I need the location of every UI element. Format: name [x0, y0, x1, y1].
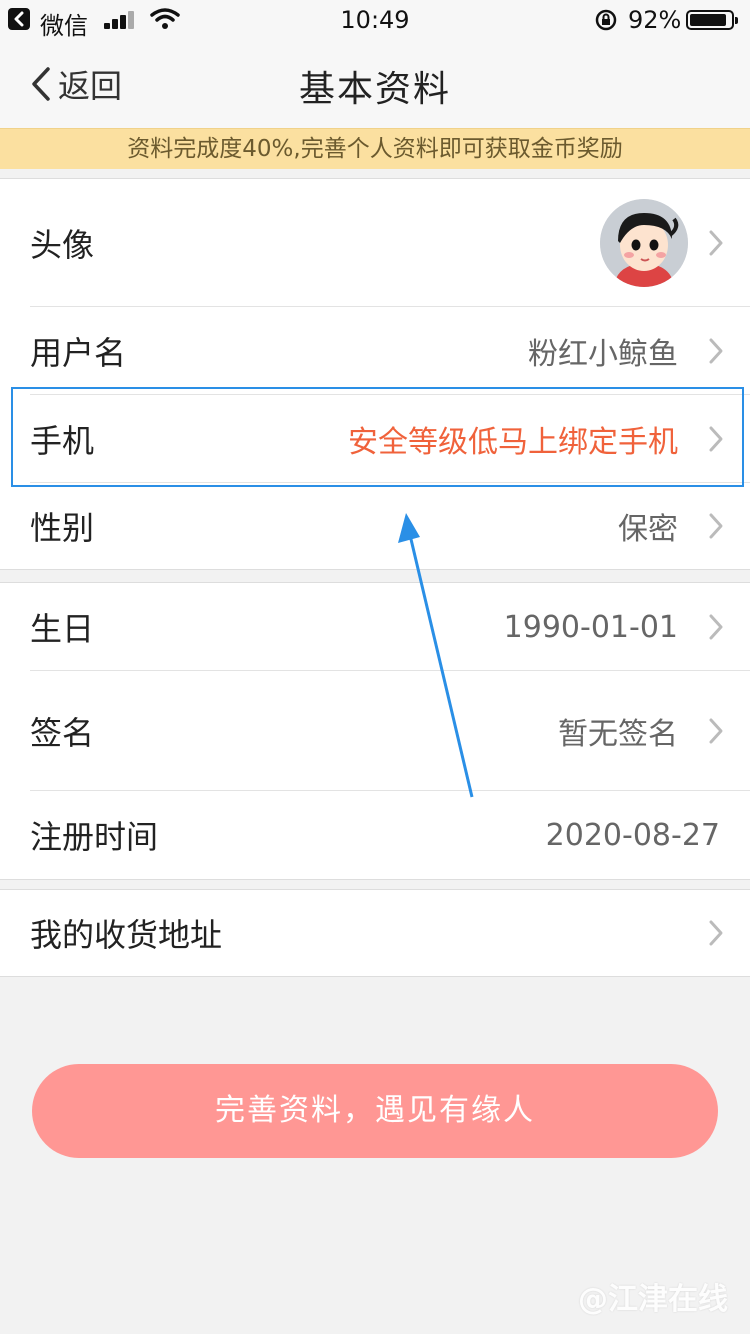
row-signature[interactable]: 签名 暂无签名 [0, 671, 750, 791]
row-label: 手机 [30, 422, 95, 460]
row-label: 生日 [30, 610, 95, 648]
complete-profile-button[interactable]: 完善资料，遇见有缘人 [32, 1064, 718, 1158]
gender-value: 保密 [618, 512, 678, 547]
chevron-right-icon [709, 230, 723, 256]
battery-icon [686, 10, 738, 30]
row-avatar[interactable]: 头像 [0, 179, 750, 307]
birthday-value: 1990-01-01 [503, 609, 678, 645]
profile-group-address: 我的收货地址 [0, 889, 750, 977]
watermark: @江津在线 [578, 1282, 728, 1317]
chevron-right-icon [709, 338, 723, 364]
row-label: 注册时间 [30, 818, 159, 856]
row-label: 签名 [30, 714, 95, 752]
battery-percent: 92% [628, 6, 682, 34]
row-username[interactable]: 用户名 粉红小鲸鱼 [0, 307, 750, 395]
rotation-lock-icon [595, 9, 617, 31]
page-title: 基本资料 [298, 69, 451, 110]
nav-bar: 返回 基本资料 [0, 40, 750, 128]
profile-group-basic: 头像 用户名 粉红小鲸鱼 手机 安全等级低马上绑定手机 性别 保密 [0, 178, 750, 570]
profile-group-details: 生日 1990-01-01 签名 暂无签名 注册时间 2020-08-27 [0, 582, 750, 880]
row-birthday[interactable]: 生日 1990-01-01 [0, 583, 750, 671]
chevron-right-icon [709, 920, 723, 946]
row-label: 我的收货地址 [30, 916, 223, 954]
chevron-right-icon [709, 614, 723, 640]
row-label: 性别 [30, 509, 95, 547]
annotation-arrow-icon [398, 513, 474, 798]
battery-fill [690, 14, 727, 26]
row-label: 头像 [30, 226, 95, 264]
row-label: 用户名 [30, 334, 127, 372]
chevron-right-icon [709, 513, 723, 539]
row-register-time: 注册时间 2020-08-27 [0, 791, 750, 879]
chevron-right-icon [709, 718, 723, 744]
bind-phone-prompt[interactable]: 安全等级低马上绑定手机 [348, 395, 678, 483]
profile-completion-notice: 资料完成度40%,完善个人资料即可获取金币奖励 [0, 128, 750, 169]
signature-value: 暂无签名 [558, 717, 678, 752]
row-gender[interactable]: 性别 保密 [0, 483, 750, 569]
avatar[interactable] [600, 199, 688, 287]
register-time-value: 2020-08-27 [545, 817, 720, 853]
username-value: 粉红小鲸鱼 [528, 337, 678, 372]
chevron-right-icon [709, 426, 723, 452]
row-shipping-address[interactable]: 我的收货地址 [0, 890, 750, 976]
status-bar: 微信 10:49 92% [0, 0, 750, 40]
row-phone[interactable]: 手机 安全等级低马上绑定手机 [0, 395, 750, 483]
